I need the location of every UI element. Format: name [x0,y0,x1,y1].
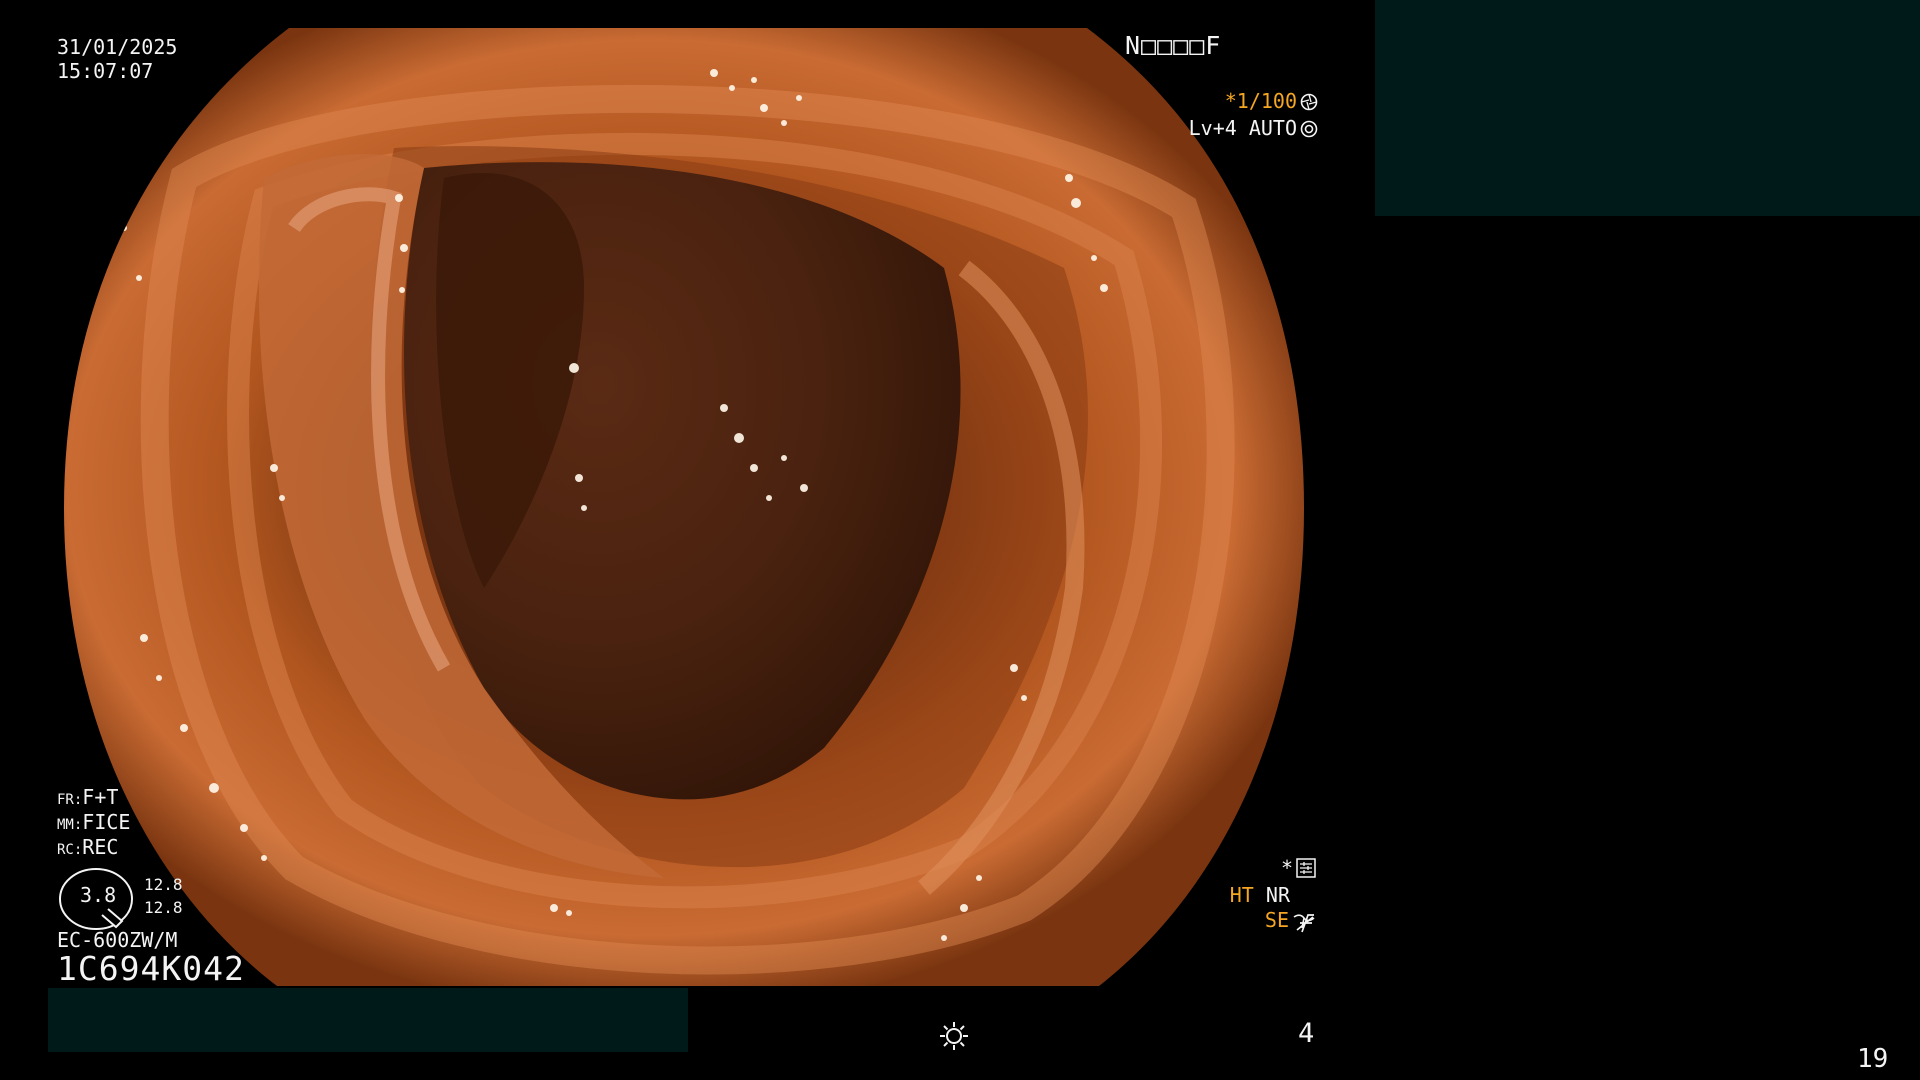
zoom-side-top: 12.8 [144,875,183,894]
fr-value: F+T [82,785,119,809]
time-label: 15:07:07 [57,59,154,83]
f-icon [1296,914,1314,933]
mm-key: MM: [57,817,83,833]
endoscopy-screen: 31/01/2025 15:07:07 N□□□□F *1/100 Lv+4 A… [0,0,1920,1080]
endoscopic-image [64,28,1304,986]
zoom-value: 3.8 [80,883,117,907]
brightness-icon [940,1022,968,1050]
mm-row: MM:FICE [57,812,130,832]
auto-icon [1300,120,1318,138]
image-counter: 4 [1298,1018,1315,1049]
light-level: Lv+4 AUTO [1188,116,1297,140]
level-row: Lv+4 AUTO [1140,98,1318,158]
redaction-block-top [1375,0,1920,216]
scope-model: EC-600ZW/M [57,928,178,952]
patient-id: N□□□□F [1125,31,1222,60]
settings-icon [1296,858,1316,878]
rc-row: RC:REC [57,837,118,857]
se-label: SE [1264,908,1289,932]
redaction-block-bottom [48,988,688,1052]
rc-value: REC [82,835,119,859]
date-label: 31/01/2025 [57,35,178,59]
scope-serial: 1C694K042 [57,949,245,988]
zoom-side-bottom: 12.8 [144,898,183,917]
mm-value: FICE [82,810,131,834]
rc-key: RC: [57,842,83,858]
page-number: 19 [1857,1044,1889,1074]
fr-row: FR:F+T [57,787,118,807]
fr-key: FR: [57,792,83,808]
